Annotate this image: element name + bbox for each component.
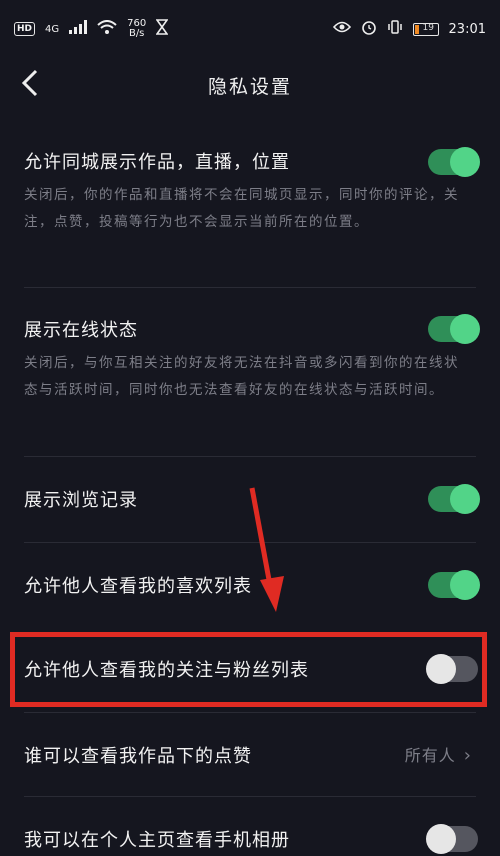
annotation-arrow <box>249 487 284 612</box>
